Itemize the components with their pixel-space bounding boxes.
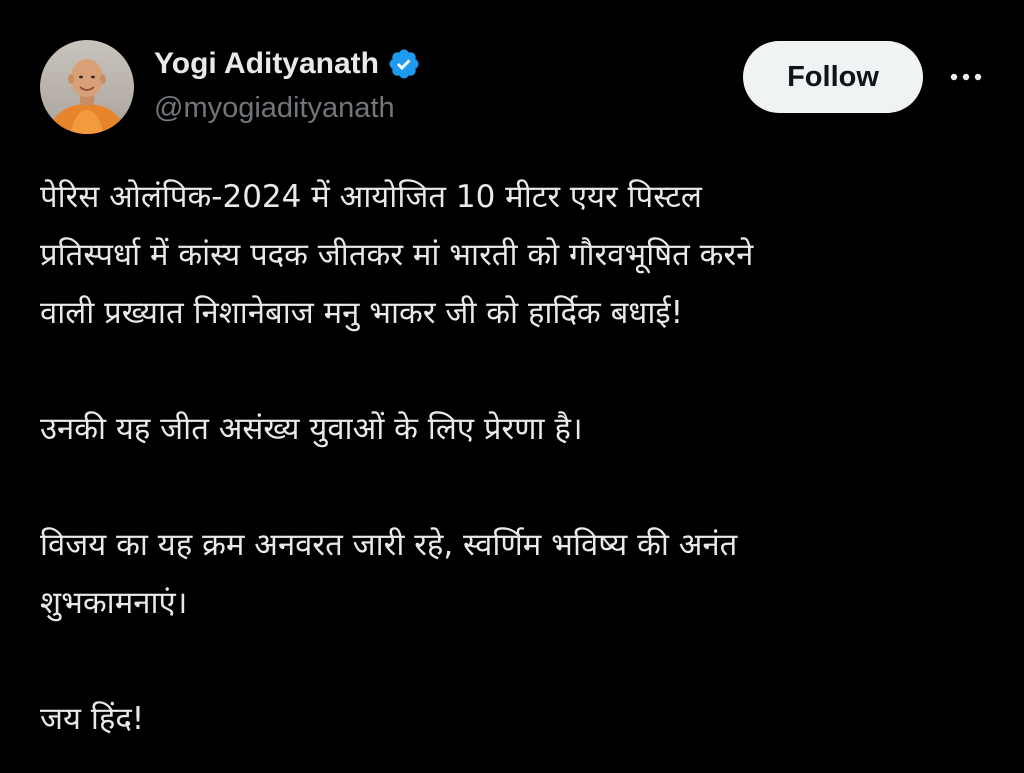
author-display-name[interactable]: Yogi Adityanath xyxy=(154,47,379,81)
tweet-text-line: शुभकामनाएं। xyxy=(40,585,188,621)
tweet-text-line: वाली प्रख्यात निशानेबाज मनु भाकर जी को ह… xyxy=(40,295,684,331)
follow-button[interactable]: Follow xyxy=(743,41,923,113)
avatar[interactable] xyxy=(40,40,134,134)
tweet-text-line: उनकी यह जीत असंख्य युवाओं के लिए प्रेरणा… xyxy=(40,411,583,447)
author-handle[interactable]: @myogiadityanath xyxy=(154,92,395,125)
more-horizontal-icon[interactable] xyxy=(946,62,986,92)
author-name-row: Yogi Adityanath xyxy=(154,44,421,84)
tweet-text-line: प्रतिस्पर्धा में कांस्य पदक जीतकर मां भा… xyxy=(40,237,754,273)
tweet-text-line: पेरिस ओलंपिक-2024 में आयोजित 10 मीटर एयर… xyxy=(40,179,702,215)
tweet-card: Yogi Adityanath @myogiadityanath Follow … xyxy=(0,0,1024,773)
tweet-text: पेरिस ओलंपिक-2024 में आयोजित 10 मीटर एयर… xyxy=(40,168,990,748)
verified-badge-icon[interactable] xyxy=(387,47,421,81)
tweet-text-line: विजय का यह क्रम अनवरत जारी रहे, स्वर्णिम… xyxy=(40,527,738,563)
tweet-text-line: जय हिंद! xyxy=(40,701,145,737)
profile-photo xyxy=(40,40,134,134)
